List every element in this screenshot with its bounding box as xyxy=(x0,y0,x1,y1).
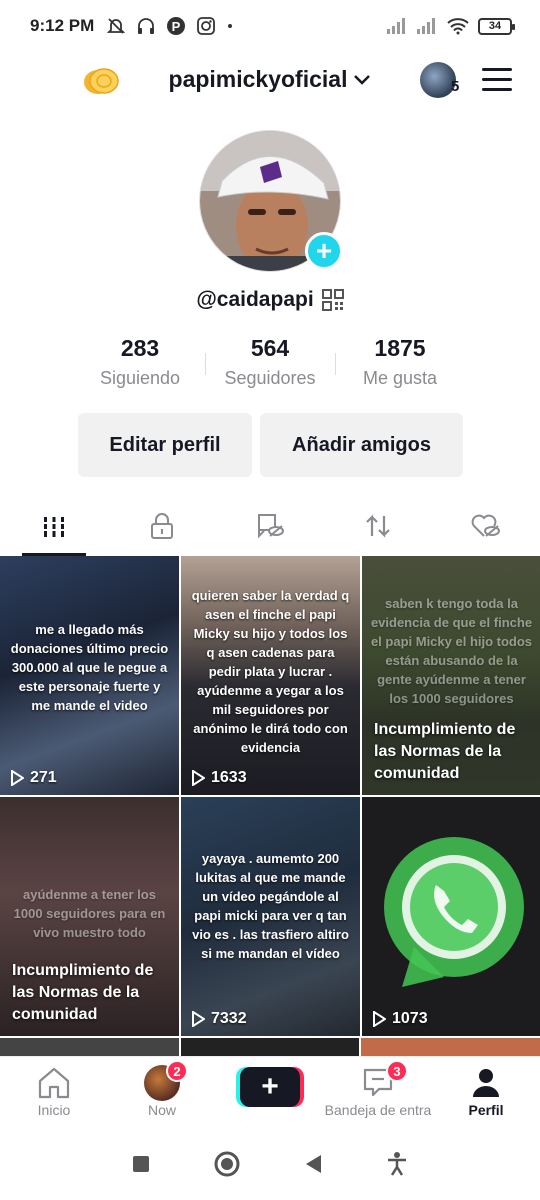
profile-tabs xyxy=(0,496,540,556)
video-caption: quieren saber la verdad q asen el finche… xyxy=(191,588,350,755)
view-count-value: 1073 xyxy=(392,1010,428,1027)
tab-liked[interactable] xyxy=(432,496,540,556)
tab-tagged[interactable] xyxy=(216,496,324,556)
username-title: papimickyoficial xyxy=(168,66,348,92)
mute-icon xyxy=(107,18,126,34)
policy-violation-label: Incumplimiento de las Normas de la comun… xyxy=(12,962,154,1023)
now-badge: 2 xyxy=(166,1060,188,1082)
home-icon xyxy=(38,1067,70,1099)
video-thumbnail[interactable]: quieren saber la verdad q asen el finche… xyxy=(181,556,360,795)
stat-label: Siguiendo xyxy=(99,368,181,388)
video-thumbnail[interactable]: saben k tengo toda la evidencia de que e… xyxy=(362,556,540,795)
profile-header: papimickyoficial 5 xyxy=(0,52,540,112)
instagram-icon xyxy=(197,17,216,35)
tab-private[interactable] xyxy=(108,496,216,556)
battery-icon: 34 xyxy=(478,17,515,35)
nav-profile-label: Perfil xyxy=(468,1102,504,1118)
wifi-icon xyxy=(447,18,469,35)
nav-create[interactable]: + xyxy=(216,1057,324,1128)
signal-icon xyxy=(417,18,435,34)
policy-violation-label: Incumplimiento de las Normas de la comun… xyxy=(374,721,516,782)
add-story-button[interactable]: + xyxy=(305,232,343,270)
view-count-value: 1633 xyxy=(211,769,247,786)
svg-text:P: P xyxy=(172,19,181,34)
video-caption: me a llegado más donaciones último preci… xyxy=(10,622,169,713)
view-count: 7332 xyxy=(191,1010,247,1028)
profile-actions: Editar perfil Añadir amigos xyxy=(78,413,463,477)
add-friends-button[interactable]: Añadir amigos xyxy=(260,413,463,477)
view-count: 271 xyxy=(10,769,57,787)
status-time: 9:12 PM xyxy=(30,16,95,35)
bottom-nav: Inicio 2 Now + 3 Bandeja de entra Perfil xyxy=(0,1056,540,1128)
view-count: 1073 xyxy=(372,1010,428,1028)
video-caption: ayúdenme a tener los 1000 seguidores par… xyxy=(13,887,166,940)
chevron-down-icon xyxy=(354,74,371,85)
stat-value: 283 xyxy=(120,335,160,361)
video-caption: yayaya . aumemto 200 lukitas al que me m… xyxy=(192,851,349,961)
visitors-count: 5 xyxy=(451,78,460,95)
edit-profile-button[interactable]: Editar perfil xyxy=(78,413,252,477)
qr-code-icon[interactable] xyxy=(321,289,344,311)
stat-following[interactable]: 283 Siguiendo xyxy=(75,335,205,389)
status-bar: 9:12 PM P 34 xyxy=(0,0,540,52)
stat-followers[interactable]: 564 Seguidores xyxy=(205,335,335,389)
nav-home-label: Inicio xyxy=(37,1102,71,1118)
nav-now-label: Now xyxy=(147,1102,176,1118)
video-thumbnail[interactable]: me a llegado más donaciones último preci… xyxy=(0,556,179,795)
play-icon xyxy=(11,770,24,786)
inbox-badge: 3 xyxy=(386,1060,408,1082)
nav-home[interactable]: Inicio xyxy=(0,1057,108,1128)
profile-stats: 283 Siguiendo 564 Seguidores 1875 Me gus… xyxy=(75,335,465,389)
video-thumbnail[interactable]: ayúdenme a tener los 1000 seguidores par… xyxy=(0,797,179,1036)
nav-inbox[interactable]: 3 Bandeja de entra xyxy=(324,1057,432,1128)
system-nav xyxy=(0,1128,540,1200)
play-icon xyxy=(192,1011,205,1027)
tab-reposts[interactable] xyxy=(324,496,432,556)
view-count: 1633 xyxy=(191,769,247,787)
video-grid: me a llegado más donaciones último preci… xyxy=(0,556,540,1036)
profile-icon xyxy=(473,1069,499,1097)
signal-icon xyxy=(387,18,405,34)
tab-videos[interactable] xyxy=(0,496,108,556)
nav-profile[interactable]: Perfil xyxy=(432,1057,540,1128)
nav-inbox-label: Bandeja de entra xyxy=(324,1102,432,1118)
liked-hidden-icon xyxy=(471,514,500,537)
repost-icon xyxy=(366,514,390,538)
stat-label: Me gusta xyxy=(362,368,438,388)
view-count-value: 271 xyxy=(30,769,57,786)
home-circle-icon[interactable] xyxy=(213,1150,241,1178)
stat-label: Seguidores xyxy=(224,368,316,388)
back-triangle-icon[interactable] xyxy=(303,1153,323,1175)
videos-grid-icon xyxy=(42,517,66,537)
profile-avatar-container[interactable]: + xyxy=(199,130,343,272)
handle-row: @caidapapi xyxy=(0,288,540,312)
pinterest-icon: P xyxy=(167,17,186,35)
stat-value: 1875 xyxy=(374,335,426,361)
play-icon xyxy=(192,770,205,786)
stat-value: 564 xyxy=(250,335,290,361)
view-count-value: 7332 xyxy=(211,1010,247,1027)
menu-icon[interactable] xyxy=(482,68,512,92)
play-icon xyxy=(373,1011,386,1027)
profile-handle: @caidapapi xyxy=(196,288,314,311)
create-plus-icon[interactable]: + xyxy=(240,1067,300,1107)
stat-likes[interactable]: 1875 Me gusta xyxy=(335,335,465,389)
nav-now[interactable]: 2 Now xyxy=(108,1057,216,1128)
video-thumbnail[interactable]: yayaya . aumemto 200 lukitas al que me m… xyxy=(181,797,360,1036)
video-caption: saben k tengo toda la evidencia de que e… xyxy=(370,596,533,706)
lock-icon xyxy=(151,513,173,539)
battery-level: 34 xyxy=(488,20,502,32)
dot-icon xyxy=(228,24,233,28)
headphones-icon xyxy=(138,18,155,34)
whatsapp-logo-image xyxy=(384,837,524,987)
video-grid-next-row xyxy=(0,1038,540,1056)
tag-hidden-icon xyxy=(258,514,284,539)
accessibility-icon[interactable] xyxy=(385,1151,409,1177)
recents-square-icon[interactable] xyxy=(131,1154,151,1174)
video-thumbnail[interactable]: 1073 xyxy=(362,797,540,1036)
